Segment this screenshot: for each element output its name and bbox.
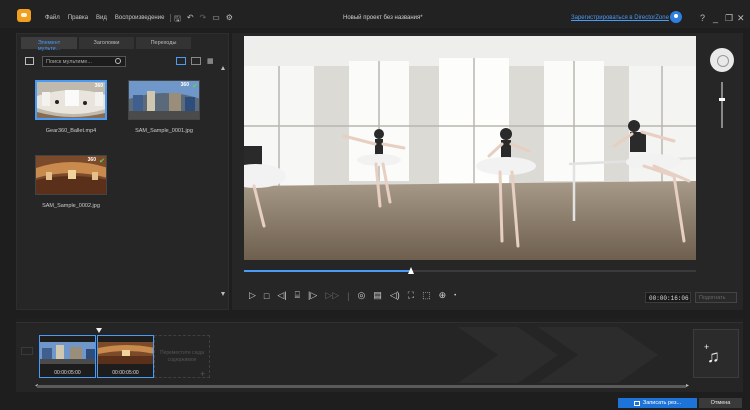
next-frame-icon[interactable]: |▷ — [308, 290, 317, 301]
previous-frame-icon[interactable]: ◁| — [277, 290, 286, 301]
playback-controls: ▷ □ ◁| ⌸ |▷ ▷▷ | ◎ ▤ ◁) ⛶ ⬚ ⊕ • — [249, 290, 456, 301]
fast-forward-icon[interactable]: ▷▷ — [325, 290, 339, 301]
city-clip-image — [40, 342, 95, 364]
toolbar-divider — [170, 14, 171, 22]
redo-icon[interactable]: ↷ — [200, 13, 207, 27]
add-music-button[interactable]: + ♫ — [693, 329, 739, 378]
minimize-icon[interactable]: _ — [713, 13, 718, 23]
360-badge: 360 — [87, 157, 96, 163]
music-note-icon: ♫ — [707, 347, 720, 366]
title-bar: Файл Правка Вид Воспроизведение 🖫 ↶ ↷ ▭ … — [0, 0, 750, 28]
user-account-icon[interactable] — [670, 11, 682, 23]
snapshot-icon[interactable]: ◎ — [357, 290, 365, 301]
media-item[interactable]: 360 ✔ SAM_Sample_0001.jpg — [128, 80, 200, 134]
media-item[interactable]: 360 ✔ SAM_Sample_0002.jpg — [35, 155, 107, 209]
track-settings-icon[interactable] — [21, 347, 33, 355]
timeline-scrollbar[interactable] — [37, 385, 686, 388]
media-item-label: SAM_Sample_0001.jpg — [135, 128, 193, 134]
360-badge: 360 — [180, 82, 189, 88]
thumbnail-view-icon[interactable] — [176, 57, 186, 65]
media-thumbnail[interactable]: 360 — [35, 80, 107, 120]
360-navigation-pad-icon[interactable] — [710, 48, 734, 72]
stop-icon[interactable]: □ — [264, 291, 269, 301]
seek-bar[interactable] — [244, 267, 696, 274]
scroll-right-icon[interactable]: ▸ — [686, 382, 689, 389]
menu-view[interactable]: Вид — [96, 15, 107, 21]
search-placeholder: Поиск мультиме... — [46, 59, 92, 65]
export-icon — [633, 400, 640, 406]
timeline-playhead[interactable] — [96, 328, 102, 333]
media-toolbar: Поиск мультиме... ▦ — [25, 56, 225, 68]
cancel-button[interactable]: Отмена — [699, 398, 742, 408]
settings-gear-icon[interactable]: ⚙ — [226, 13, 233, 27]
timeline-clip[interactable]: 00:00:05:00 — [39, 335, 96, 378]
360-badge: 360 — [94, 83, 103, 89]
check-icon: ✔ — [99, 158, 105, 165]
menu-edit[interactable]: Правка — [68, 15, 88, 21]
register-directorzone-link[interactable]: Зарегистрироваться в DirectorZone — [571, 15, 669, 21]
fullscreen-icon[interactable]: ⛶ — [408, 290, 414, 301]
360-view-icon[interactable]: ⊕ — [439, 290, 447, 301]
ballet-frame-image — [244, 36, 696, 260]
clip-thumbnail — [98, 342, 153, 364]
video-preview[interactable] — [244, 36, 696, 260]
media-thumbnail[interactable]: 360 ✔ — [128, 80, 200, 120]
media-item-label: SAM_Sample_0002.jpg — [42, 203, 100, 209]
interior-clip-image — [98, 342, 153, 364]
list-view-icon[interactable] — [191, 57, 201, 65]
check-icon: ✔ — [192, 83, 198, 90]
tab-titles[interactable]: Заголовки — [79, 37, 134, 49]
quick-toolbar: 🖫 ↶ ↷ ▭ ⚙ — [174, 13, 233, 27]
external-display-icon[interactable]: ⬚ — [422, 290, 431, 301]
more-options-icon[interactable]: • — [454, 293, 456, 299]
search-icon[interactable] — [115, 58, 121, 64]
menu-playback[interactable]: Воспроизведение — [115, 15, 165, 21]
media-item[interactable]: 360 Gear360_Ballet.mp4 — [35, 80, 107, 134]
aspect-ratio-icon[interactable]: ▭ — [212, 13, 220, 27]
produce-label: Записать рез... — [642, 400, 682, 406]
app-logo-icon — [17, 9, 31, 22]
seek-handle[interactable] — [408, 267, 415, 274]
media-scrollbar[interactable] — [221, 66, 225, 296]
clip-duration: 00:00:05:00 — [112, 370, 139, 376]
tab-media[interactable]: Элемент мульти... — [21, 37, 77, 52]
clip-duration: 00:00:05:00 — [54, 370, 81, 376]
menu-bar: Файл Правка Вид Воспроизведение — [45, 15, 164, 21]
undo-icon[interactable]: ↶ — [187, 13, 194, 27]
zoom-slider-handle[interactable] — [719, 98, 725, 101]
media-item-label: Gear360_Ballet.mp4 — [45, 128, 97, 134]
clip-thumbnail — [40, 342, 95, 364]
timeline-clip[interactable]: 00:00:05:00 — [97, 335, 154, 378]
media-tabs: Элемент мульти... Заголовки Переходы — [21, 37, 191, 52]
save-icon[interactable]: 🖫 — [174, 13, 181, 27]
volume-icon[interactable]: ◁) — [390, 290, 400, 301]
produce-video-button[interactable]: Записать рез... — [618, 398, 697, 408]
city-sample-thumbnail — [129, 81, 199, 119]
grid-view-icon[interactable]: ▦ — [207, 57, 214, 65]
timecode-display[interactable]: 00:00:16:06 — [645, 292, 691, 303]
add-plus-icon: + — [200, 369, 206, 379]
play-icon[interactable]: ▷ — [249, 290, 256, 301]
controls-divider: | — [347, 290, 350, 301]
media-thumbnail[interactable]: 360 ✔ — [35, 155, 107, 195]
project-title: Новый проект без названия* — [343, 15, 423, 21]
subtitles-icon[interactable]: ▤ — [373, 290, 382, 301]
media-search-input[interactable]: Поиск мультиме... — [42, 56, 126, 67]
split-icon[interactable]: ⌸ — [295, 290, 300, 301]
fit-button[interactable]: Подогнать — [695, 292, 737, 303]
seek-progress — [244, 270, 412, 272]
close-icon[interactable]: ✕ — [737, 13, 745, 24]
interior-sample-thumbnail — [36, 156, 106, 194]
menu-file[interactable]: Файл — [45, 15, 60, 21]
tab-transitions[interactable]: Переходы — [136, 37, 191, 49]
zoom-slider-track[interactable] — [721, 82, 723, 128]
restore-icon[interactable]: ❐ — [725, 13, 733, 24]
import-media-icon[interactable] — [25, 57, 34, 65]
help-icon[interactable]: ? — [700, 13, 705, 23]
